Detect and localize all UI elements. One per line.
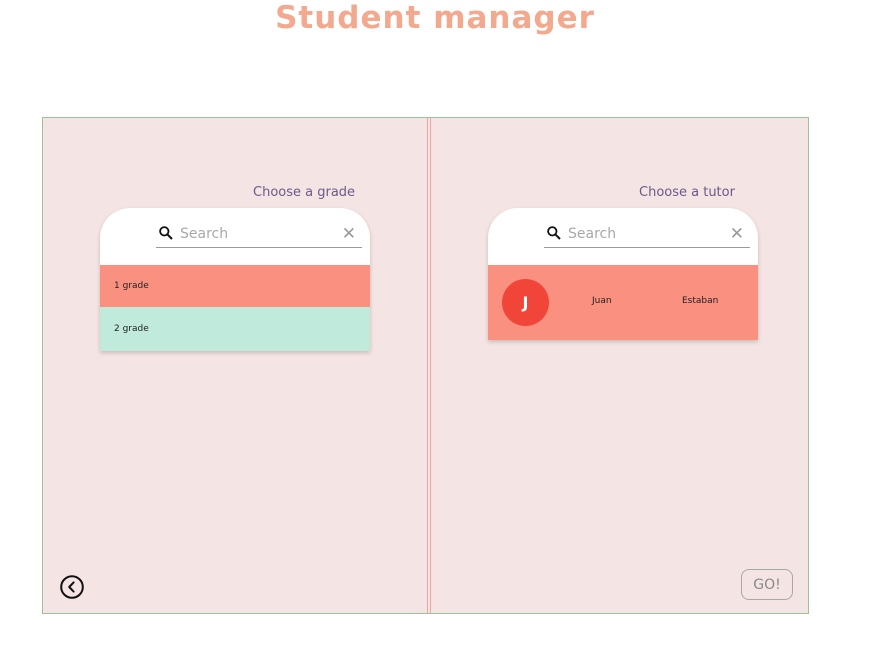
app-title: Student manager [275,0,595,36]
search-icon [547,226,561,240]
close-icon[interactable]: ✕ [342,223,356,245]
tutor-search-input[interactable] [568,223,708,245]
tutor-last-name: Estaban [682,296,719,306]
grade-item-1[interactable]: 1 grade [100,265,370,307]
grade-item-2[interactable]: 2 grade [100,307,370,351]
grade-card: ✕ 1 grade 2 grade [100,208,370,351]
tutor-panel-label: Choose a tutor [639,185,735,200]
search-icon [159,226,173,240]
panel-divider [427,118,431,613]
grade-panel-label: Choose a grade [253,185,356,200]
avatar: J [502,279,549,326]
main-board: Choose a grade ✕ 1 grade 2 grade Choose … [42,117,809,614]
close-icon[interactable]: ✕ [730,223,744,245]
grade-search: ✕ [156,223,362,248]
grade-search-input[interactable] [180,223,320,245]
tutor-first-name: Juan [592,296,612,306]
tutor-item[interactable]: J Juan Estaban [488,265,758,340]
back-icon[interactable] [60,575,84,599]
tutor-card: ✕ J Juan Estaban [488,208,758,340]
tutor-search: ✕ [544,223,750,248]
go-button[interactable]: GO! [741,569,793,600]
